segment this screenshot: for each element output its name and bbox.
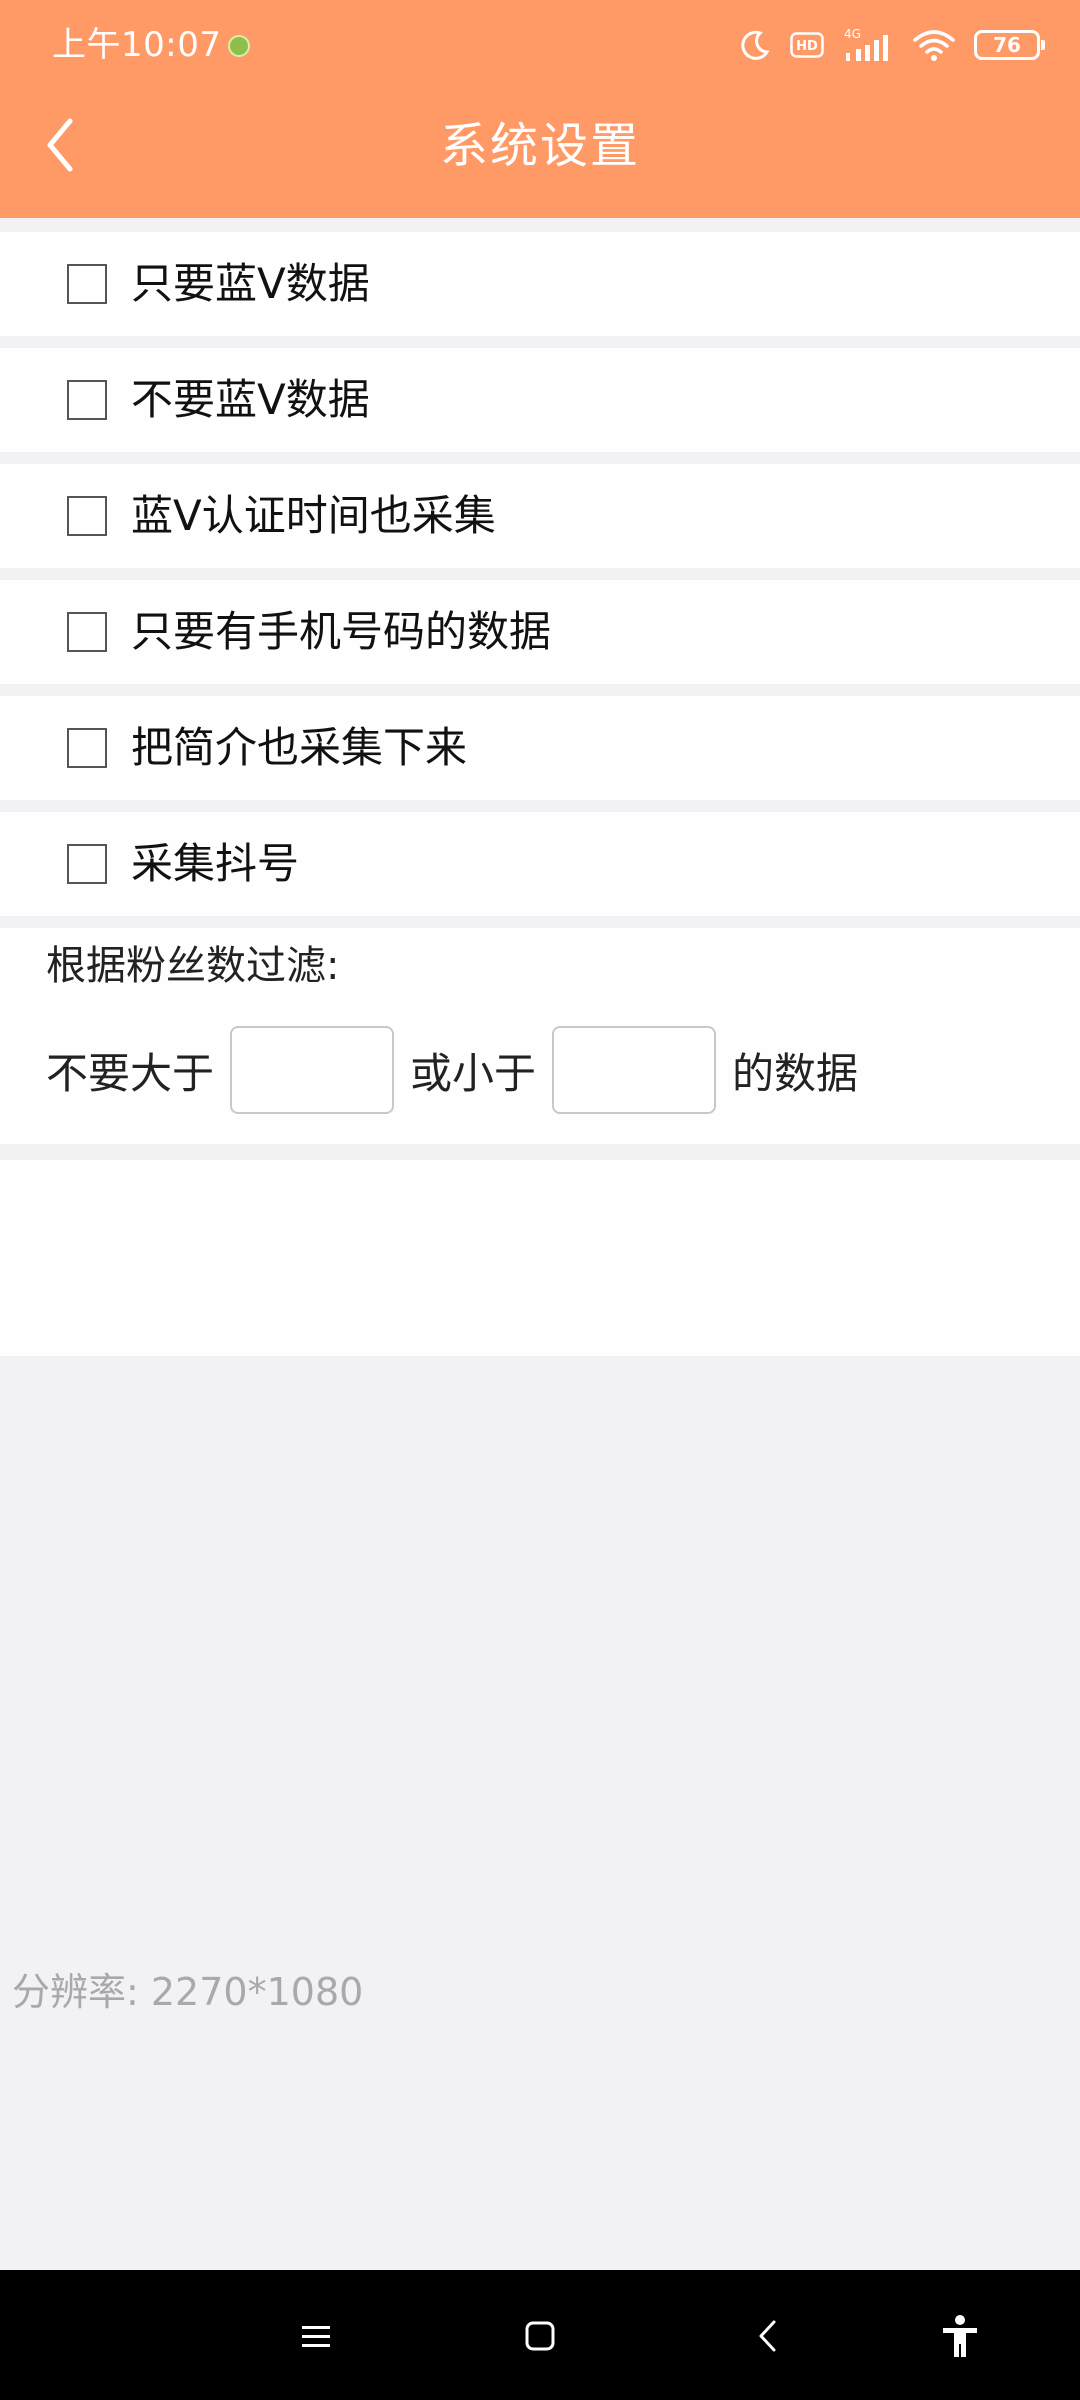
back-button[interactable]: [30, 112, 90, 178]
max-followers-input[interactable]: [230, 1026, 395, 1114]
filter-line: 不要大于 或小于 的数据: [46, 1024, 858, 1116]
wifi-icon: [913, 30, 955, 61]
hd-icon: HD: [790, 32, 824, 58]
home-icon: [525, 2321, 555, 2351]
notification-dot-icon: [228, 35, 250, 57]
follower-filter: 根据粉丝数过滤: 不要大于 或小于 的数据: [0, 928, 1080, 1144]
nav-back-button[interactable]: [738, 2306, 798, 2366]
accessibility-icon: [943, 2315, 977, 2357]
filter-suffix: 的数据: [732, 1048, 859, 1098]
home-button[interactable]: [510, 2306, 570, 2366]
signal-icon: 4G: [844, 27, 888, 61]
option-collect-bio[interactable]: 把简介也采集下来: [0, 696, 1080, 800]
options-list: 只要蓝V数据 不要蓝V数据 蓝V认证时间也采集 只要有手机号码的数据 把简介也采…: [0, 232, 1080, 928]
min-followers-input[interactable]: [552, 1026, 717, 1114]
option-label: 把简介也采集下来: [131, 723, 468, 772]
moon-icon: [741, 30, 770, 60]
checkbox[interactable]: [67, 612, 107, 652]
option-collect-blue-v-time[interactable]: 蓝V认证时间也采集: [0, 464, 1080, 568]
option-only-with-phone[interactable]: 只要有手机号码的数据: [0, 580, 1080, 684]
checkbox[interactable]: [67, 728, 107, 768]
option-exclude-blue-v[interactable]: 不要蓝V数据: [0, 348, 1080, 452]
title-bar: 系统设置: [0, 90, 1080, 218]
checkbox[interactable]: [67, 844, 107, 884]
filter-prefix: 不要大于: [46, 1048, 215, 1098]
filter-title: 根据粉丝数过滤:: [46, 943, 340, 989]
option-label: 只要有手机号码的数据: [131, 607, 552, 656]
app-header: 上午10:07 HD 4G 76 系统设置: [0, 0, 1080, 218]
page-title: 系统设置: [439, 118, 640, 174]
hd-label: HD: [796, 39, 818, 54]
status-bar: 上午10:07 HD 4G 76: [0, 0, 1080, 90]
menu-button[interactable]: [286, 2306, 346, 2366]
status-time: 上午10:07: [52, 25, 222, 65]
option-label: 只要蓝V数据: [131, 259, 370, 308]
menu-icon: [302, 2326, 330, 2347]
filter-middle: 或小于: [410, 1048, 537, 1098]
option-label: 蓝V认证时间也采集: [131, 491, 496, 540]
option-label: 采集抖号: [131, 839, 300, 888]
network-type: 4G: [844, 27, 861, 41]
checkbox[interactable]: [67, 496, 107, 536]
option-only-blue-v[interactable]: 只要蓝V数据: [0, 232, 1080, 336]
nav-back-icon: [759, 2320, 776, 2352]
back-arrow-icon: [47, 118, 73, 172]
option-label: 不要蓝V数据: [131, 375, 370, 424]
battery-icon: 76: [974, 30, 1045, 60]
checkbox[interactable]: [67, 264, 107, 304]
status-icons: HD 4G 76: [738, 22, 1045, 68]
resolution-text: 分辨率: 2270*1080: [12, 1970, 364, 2014]
option-collect-douyin-id[interactable]: 采集抖号: [0, 812, 1080, 916]
navigation-bar: [0, 2270, 1080, 2400]
checkbox[interactable]: [67, 380, 107, 420]
accessibility-button[interactable]: [930, 2306, 990, 2366]
blank-panel: [0, 1160, 1080, 1356]
battery-level: 76: [993, 33, 1021, 57]
